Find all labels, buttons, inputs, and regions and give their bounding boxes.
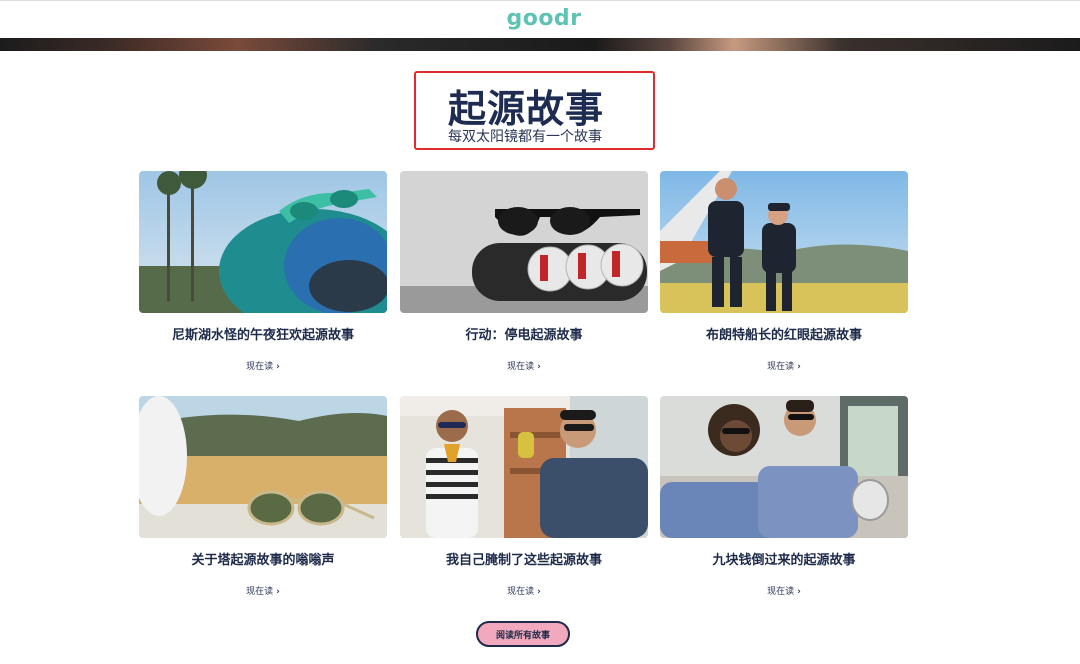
story-card[interactable]: 我自己腌制了这些起源故事 现在读 › xyxy=(400,396,648,597)
story-card[interactable]: 布朗特船长的红眼起源故事 现在读 › xyxy=(660,171,908,372)
chevron-right-icon: › xyxy=(797,587,801,597)
story-title[interactable]: 九块钱倒过来的起源故事 xyxy=(660,549,908,568)
section-title: 起源故事 xyxy=(448,86,605,131)
read-now-link[interactable]: 现在读 › xyxy=(400,359,648,372)
read-now-label: 现在读 xyxy=(507,587,535,597)
chevron-right-icon: › xyxy=(276,587,280,597)
story-card[interactable]: 尼斯湖水怪的午夜狂欢起源故事 现在读 › xyxy=(139,171,387,372)
hero-image-strip xyxy=(0,38,1080,51)
read-now-link[interactable]: 现在读 › xyxy=(400,584,648,597)
story-title[interactable]: 尼斯湖水怪的午夜狂欢起源故事 xyxy=(139,324,387,343)
story-title[interactable]: 行动：停电起源故事 xyxy=(400,324,648,343)
read-now-label: 现在读 xyxy=(767,587,795,597)
read-now-link[interactable]: 现在读 › xyxy=(660,584,908,597)
story-title[interactable]: 关于塔起源故事的嗡嗡声 xyxy=(139,549,387,568)
story-card[interactable]: 关于塔起源故事的嗡嗡声 现在读 › xyxy=(139,396,387,597)
story-title[interactable]: 布朗特船长的红眼起源故事 xyxy=(660,324,908,343)
story-image-pilots[interactable] xyxy=(660,171,908,313)
read-all-stories-button[interactable]: 阅读所有故事 xyxy=(476,621,570,647)
read-now-link[interactable]: 现在读 › xyxy=(139,359,387,372)
story-image-aviators[interactable] xyxy=(139,396,387,538)
section-subtitle: 每双太阳镜都有一个故事 xyxy=(448,129,602,145)
story-image-cans[interactable] xyxy=(400,171,648,313)
read-now-link[interactable]: 现在读 › xyxy=(139,584,387,597)
read-now-label: 现在读 xyxy=(246,362,274,372)
read-now-link[interactable]: 现在读 › xyxy=(660,359,908,372)
read-now-label: 现在读 xyxy=(507,362,535,372)
top-bar: goodr xyxy=(0,0,1080,38)
goodr-logo[interactable]: goodr xyxy=(506,6,581,31)
chevron-right-icon: › xyxy=(537,587,541,597)
story-title[interactable]: 我自己腌制了这些起源故事 xyxy=(400,549,648,568)
read-now-label: 现在读 xyxy=(246,587,274,597)
story-image-boat[interactable] xyxy=(139,171,387,313)
read-now-label: 现在读 xyxy=(767,362,795,372)
chevron-right-icon: › xyxy=(537,362,541,372)
story-image-train[interactable] xyxy=(660,396,908,538)
story-card[interactable]: 九块钱倒过来的起源故事 现在读 › xyxy=(660,396,908,597)
story-image-pickles[interactable] xyxy=(400,396,648,538)
chevron-right-icon: › xyxy=(797,362,801,372)
story-card[interactable]: 行动：停电起源故事 现在读 › xyxy=(400,171,648,372)
chevron-right-icon: › xyxy=(276,362,280,372)
